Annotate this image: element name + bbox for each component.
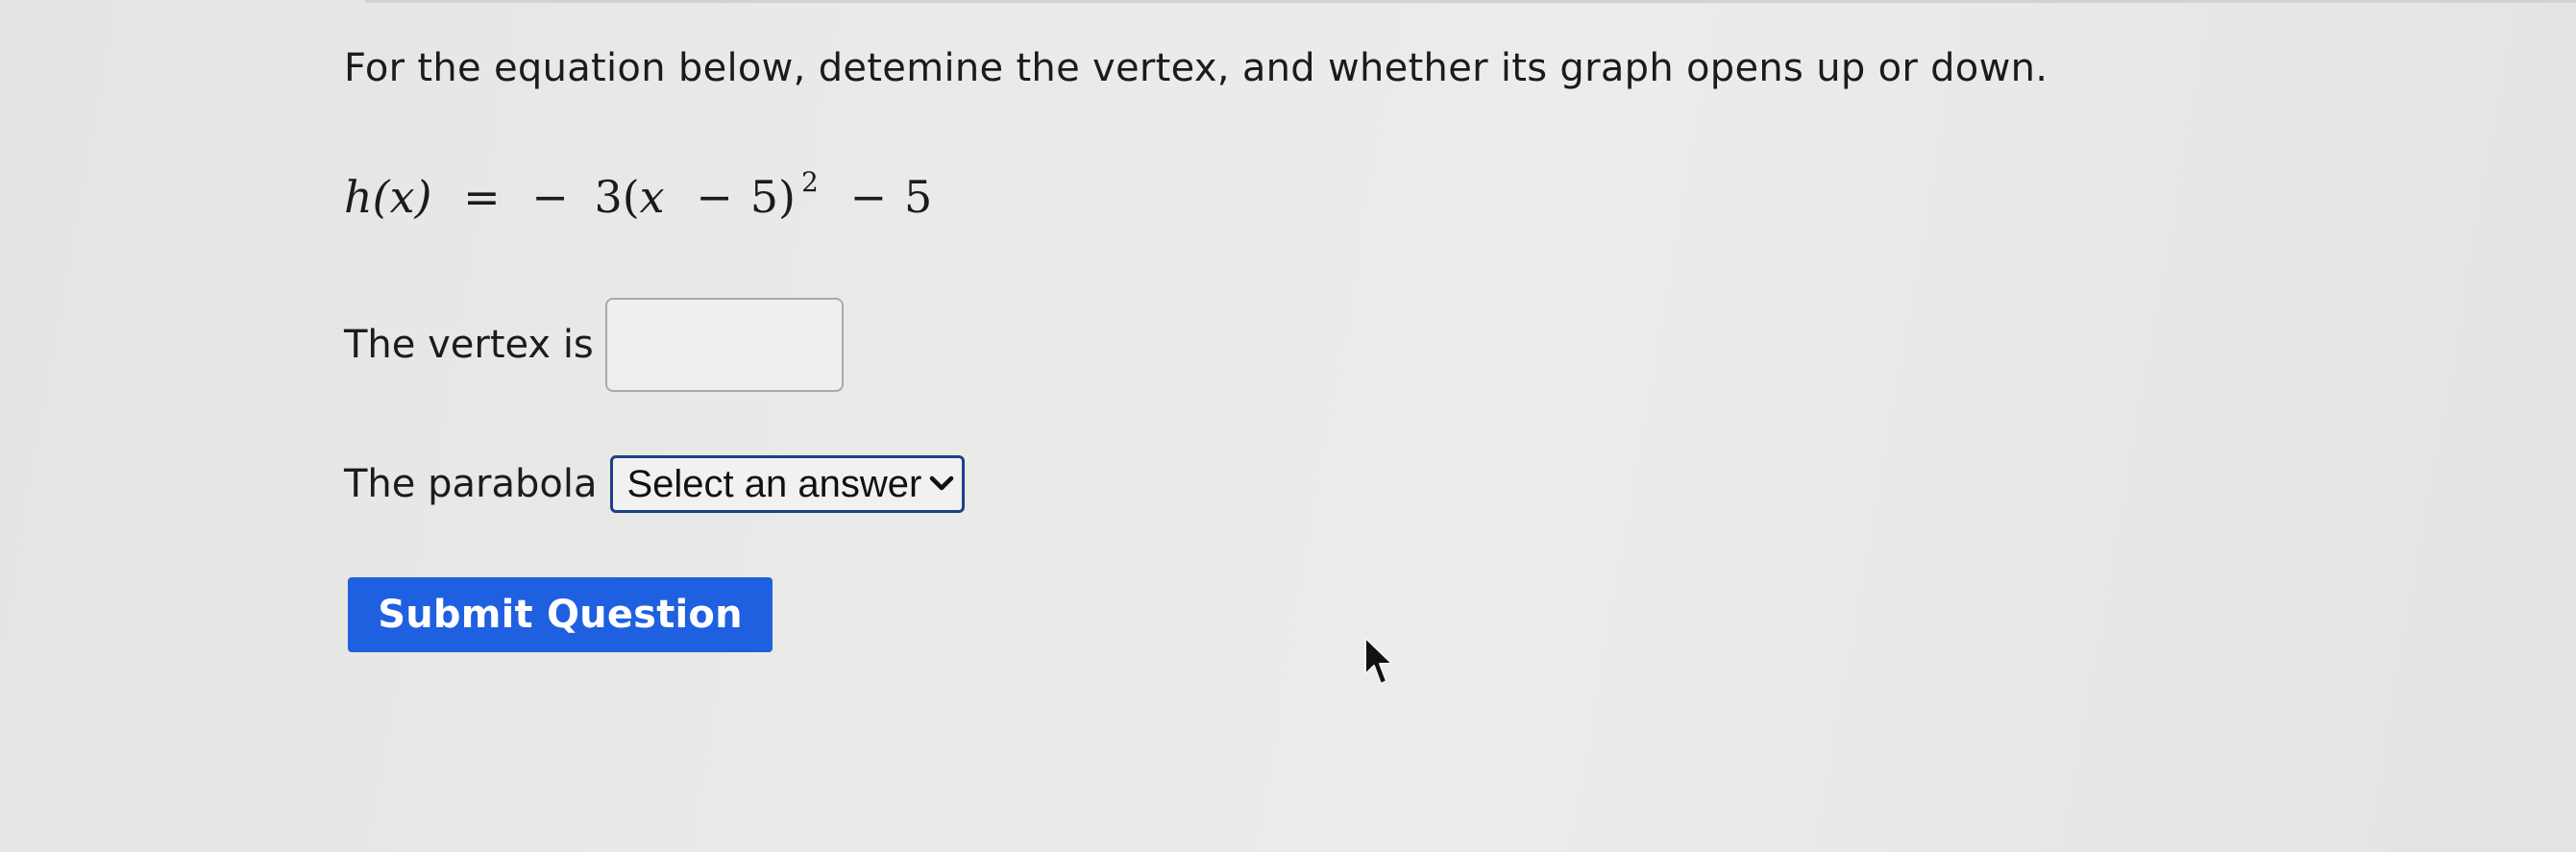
equation-negative: − bbox=[531, 171, 569, 223]
equation-constant-inner: 5) bbox=[749, 171, 796, 223]
parabola-direction-select[interactable]: Select an answer bbox=[610, 455, 966, 513]
submit-question-button[interactable]: Submit Question bbox=[348, 577, 773, 652]
mouse-cursor-icon bbox=[1362, 636, 1395, 688]
parabola-row: The parabola Select an answer bbox=[344, 455, 966, 513]
equation-variable: x bbox=[639, 171, 665, 223]
select-value: Select an answer bbox=[626, 462, 922, 505]
equation-constant-outer: 5 bbox=[904, 171, 933, 223]
equation-coefficient: 3( bbox=[594, 171, 640, 223]
parabola-label: The parabola bbox=[344, 462, 598, 506]
chevron-down-icon bbox=[929, 475, 954, 493]
equation-minus-outer: − bbox=[849, 171, 887, 223]
vertex-input[interactable] bbox=[604, 298, 844, 392]
vertex-label: The vertex is bbox=[344, 323, 594, 367]
vertex-row: The vertex is bbox=[344, 298, 844, 392]
equation-exponent: 2 bbox=[801, 165, 819, 198]
equation-minus: − bbox=[696, 171, 733, 223]
equation-lhs: h(x) bbox=[344, 171, 432, 223]
equation: h(x) = − 3(x −5) 2 −5 bbox=[344, 166, 933, 223]
top-divider bbox=[365, 0, 2576, 3]
question-prompt: For the equation below, detemine the ver… bbox=[344, 46, 2049, 90]
equation-equals: = bbox=[463, 171, 501, 223]
